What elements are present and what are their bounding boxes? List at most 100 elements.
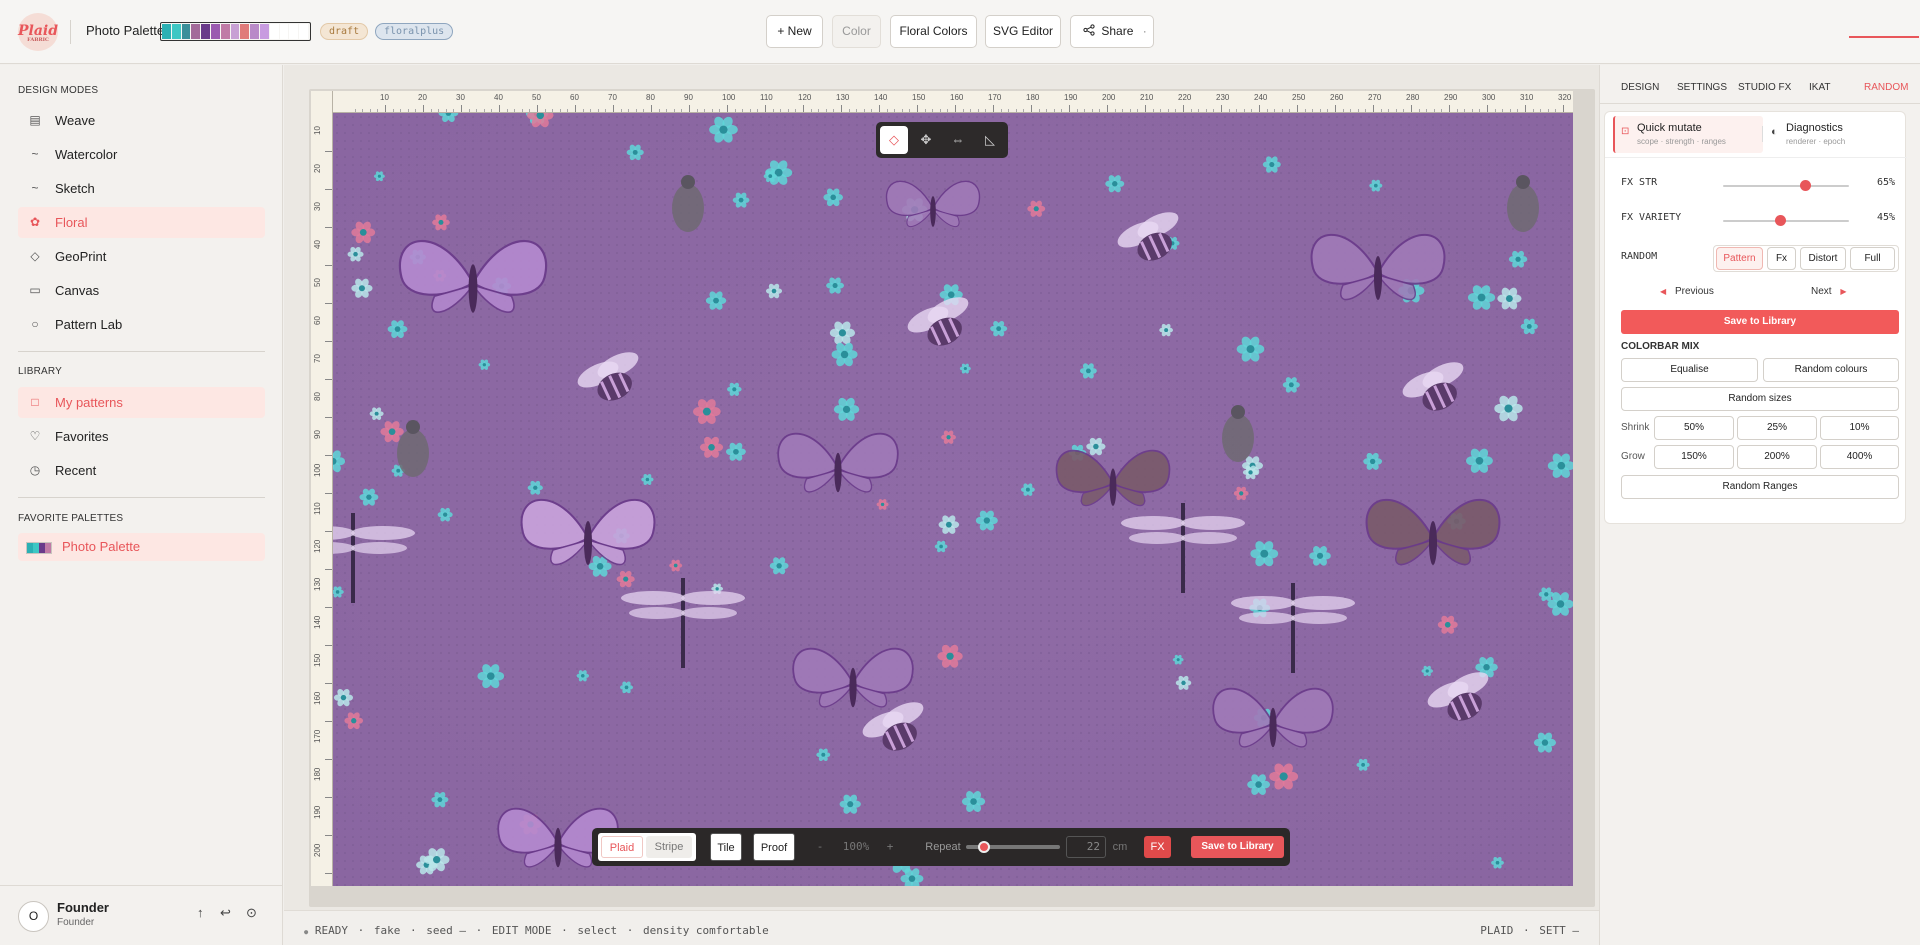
sidebar-item-favorites[interactable]: ♡ Favorites [18,421,265,452]
fx-str-slider[interactable] [1723,185,1849,187]
palette-swatch[interactable] [181,24,191,39]
tab-random[interactable]: RANDOM [1864,82,1908,93]
next-button[interactable]: Next ▶ [1811,286,1847,297]
palette-swatch[interactable] [191,24,201,39]
next-label: Next [1811,286,1832,297]
ruler-tick-label: 220 [1178,93,1192,102]
ruler-minor-tick [924,109,926,112]
palette-swatch[interactable] [201,24,210,39]
sidebar-item-canvas[interactable]: ▭ Canvas [18,275,265,306]
ruler-tick-mark [879,105,880,112]
zoom-in-button[interactable]: + [884,833,896,861]
move-tool-icon[interactable]: ✥ [912,126,940,154]
ruler-minor-tick [825,109,827,112]
palette-swatch[interactable] [210,24,220,39]
sidebar-item-watercolor[interactable]: ~ Watercolor [18,139,265,170]
zoom-out-button[interactable]: - [814,833,826,861]
equalise-button[interactable]: Equalise [1621,358,1758,382]
favorite-palette-label: Photo Palette [62,539,141,554]
ruler-minor-tick [643,109,645,112]
ruler-tool-icon[interactable]: ◺ [976,126,1004,154]
sidebar-item-floral[interactable]: ✿ Floral [18,207,265,238]
sidebar-item-sketch[interactable]: ~ Sketch [18,173,265,204]
upload-icon[interactable]: ↑ [197,905,204,920]
ruler-tick-mark [1487,105,1488,112]
shrink-50-button[interactable]: 50% [1654,416,1734,440]
pattern-canvas[interactable] [333,113,1573,886]
repeat-value-input[interactable]: 22 [1066,836,1106,858]
sidebar-item-geoprint[interactable]: ◇ GeoPrint [18,241,265,272]
repeat-slider-knob[interactable] [978,841,990,853]
diagnostics-tab[interactable]: ◐ Diagnostics renderer · epoch [1767,116,1897,153]
palette-swatch[interactable] [299,24,308,39]
measure-tool-icon[interactable]: ⇔ [944,126,972,154]
ruler-tick-label: 90 [684,93,693,102]
grow-150-button[interactable]: 150% [1654,445,1734,469]
random-full-option[interactable]: Full [1850,247,1895,270]
favorite-palette-item[interactable]: Photo Palette [18,533,265,561]
palette-swatch[interactable] [259,24,269,39]
palette-swatch[interactable] [220,24,230,39]
ruler-minor-tick [620,109,622,112]
palette-swatch[interactable] [230,24,240,39]
random-pattern-option[interactable]: Pattern [1716,247,1763,270]
ruler-minor-tick [1532,109,1534,112]
tab-ikat[interactable]: IKAT [1809,82,1830,93]
stripe-toggle[interactable]: Stripe [646,836,692,858]
random-ranges-button[interactable]: Random Ranges [1621,475,1899,499]
palette-swatch[interactable] [279,24,289,39]
shrink-10-button[interactable]: 10% [1820,416,1899,440]
zoom-level: 100% [842,840,870,853]
dock-save-button[interactable]: Save to Library [1191,836,1284,858]
ruler-tick-mark [727,105,728,112]
palette-swatch[interactable] [240,24,250,39]
random-distort-option[interactable]: Distort [1800,247,1846,270]
random-sizes-button[interactable]: Random sizes [1621,387,1899,411]
palette-swatch[interactable] [162,24,171,39]
quick-mutate-tab[interactable]: ⊡ Quick mutate scope · strength · ranges [1613,116,1763,153]
grow-200-button[interactable]: 200% [1737,445,1817,469]
palette-swatch[interactable] [269,24,279,39]
settings-icon[interactable]: ⊙ [246,905,257,921]
random-colours-button[interactable]: Random colours [1763,358,1899,382]
palette-name[interactable]: Photo Palette [86,23,164,38]
grow-400-button[interactable]: 400% [1820,445,1899,469]
fx-variety-knob[interactable] [1774,215,1786,226]
tab-studio-fx[interactable]: STUDIO FX [1738,82,1791,93]
plaid-toggle[interactable]: Plaid [601,836,643,858]
palette-swatch[interactable] [171,24,181,39]
library-heading: LIBRARY [18,366,63,377]
undo-icon[interactable]: ↩ [220,905,231,921]
color-button[interactable]: Color [832,15,881,48]
svg-editor-button[interactable]: SVG Editor [985,15,1061,48]
save-to-library-button[interactable]: Save to Library [1621,310,1899,334]
previous-button[interactable]: ◀ Previous [1660,286,1714,297]
palette-swatch-strip[interactable] [160,22,311,41]
shrink-25-button[interactable]: 25% [1737,416,1817,440]
ruler-tick-mark [917,105,918,112]
share-button[interactable]: Share · [1070,15,1154,48]
floral-colors-button[interactable]: Floral Colors [890,15,977,48]
share-caret: · [1142,24,1147,38]
fx-str-knob[interactable] [1799,180,1811,191]
circle-icon: ○ [31,317,39,331]
avatar[interactable]: O [18,901,49,932]
quick-mutate-title: Quick mutate [1637,122,1702,134]
palette-swatch[interactable] [289,24,299,39]
repeat-slider[interactable] [966,841,1060,853]
sidebar-item-weave[interactable]: ▤ Weave [18,105,265,136]
palette-swatch[interactable] [250,24,259,39]
sidebar-item-pattern-lab[interactable]: ○ Pattern Lab [18,309,265,340]
tab-settings[interactable]: SETTINGS [1677,82,1727,93]
sidebar-item-recent[interactable]: ◷ Recent [18,455,265,486]
sidebar-item-my-patterns[interactable]: □ My patterns [18,387,265,418]
proof-button[interactable]: Proof [753,833,795,861]
tab-design[interactable]: DESIGN [1621,82,1659,93]
fx-variety-slider[interactable] [1723,220,1849,222]
select-tool-icon[interactable]: ◇ [880,126,908,154]
tile-button[interactable]: Tile [710,833,742,861]
new-button[interactable]: + New [766,15,823,48]
app-logo[interactable]: Plaid FABRIC [18,13,58,51]
fx-button[interactable]: FX [1144,836,1171,858]
random-fx-option[interactable]: Fx [1767,247,1796,270]
